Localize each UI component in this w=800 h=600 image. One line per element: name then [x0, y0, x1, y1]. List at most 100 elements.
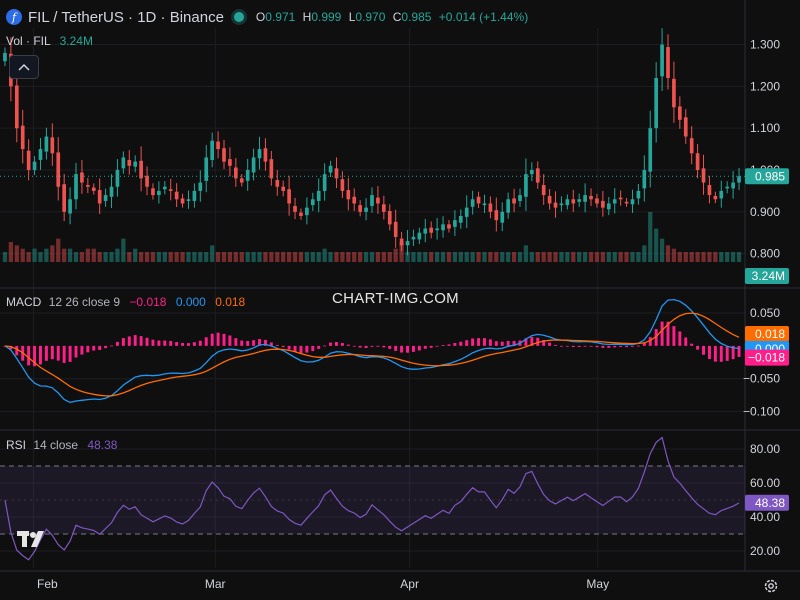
- candle-body: [595, 198, 599, 204]
- volume-bar: [594, 252, 600, 262]
- axis-tick-label: −0.100: [743, 405, 780, 419]
- candle-body: [91, 187, 96, 191]
- macd-histogram-bar: [305, 345, 309, 353]
- candle-body: [648, 128, 653, 172]
- volume-bar: [707, 252, 712, 262]
- macd-histogram-bar: [571, 345, 575, 347]
- volume-bar: [73, 252, 79, 262]
- volume-bar: [363, 252, 369, 262]
- candle-body: [97, 190, 102, 204]
- candle-body: [382, 204, 386, 212]
- volume-bar: [257, 252, 262, 262]
- candle-body: [606, 203, 611, 210]
- macd-legend[interactable]: MACD 12 26 close 9 −0.018 0.000 0.018: [6, 295, 245, 309]
- macd-histogram-bar: [411, 345, 415, 352]
- candle-body: [577, 199, 582, 202]
- macd-histogram-bar: [192, 342, 196, 346]
- macd-histogram-bar: [684, 337, 688, 346]
- macd-histogram-bar: [145, 337, 149, 346]
- macd-histogram-bar: [554, 344, 557, 346]
- macd-histogram-bar: [423, 345, 427, 349]
- macd-histogram-bar: [198, 340, 202, 346]
- volume-bar: [600, 252, 606, 262]
- axis-tick-label: 60.00: [750, 476, 780, 490]
- macd-histogram-bar: [151, 339, 155, 346]
- candle-body: [145, 175, 149, 187]
- macd-histogram-bar: [388, 345, 392, 349]
- candle-body: [26, 150, 31, 170]
- axis-tick-label: 20.00: [750, 544, 780, 558]
- volume-bar: [67, 248, 73, 262]
- macd-histogram-bar: [595, 345, 599, 348]
- candle-body: [707, 185, 712, 196]
- volume-bar: [393, 248, 398, 262]
- macd-histogram-bar: [696, 345, 700, 350]
- candle-body: [257, 149, 262, 159]
- candle-body: [654, 78, 658, 129]
- change-value: +0.014 (+1.44%): [438, 10, 529, 24]
- candle-body: [482, 203, 487, 206]
- candle-body: [245, 170, 250, 181]
- volume-bar: [79, 252, 85, 262]
- candle-body: [364, 207, 368, 212]
- volume-bar: [446, 252, 452, 262]
- axis-tick-label: 1.100: [750, 121, 780, 135]
- macd-histogram-bar: [335, 342, 338, 346]
- candle-body: [174, 191, 179, 200]
- candle-body: [109, 186, 114, 197]
- macd-histogram-bar: [364, 345, 368, 349]
- candle-body: [405, 241, 410, 246]
- candle-body: [583, 195, 587, 202]
- volume-bar: [482, 252, 487, 262]
- macd-histogram-bar: [370, 345, 374, 347]
- volume-bar: [346, 252, 351, 262]
- volume-bar: [577, 252, 582, 262]
- volume-bar: [269, 252, 274, 262]
- low-value: 0.970: [355, 10, 386, 24]
- symbol-header[interactable]: f FIL / TetherUS · 1D · Binance O0.971 H…: [6, 7, 528, 27]
- macd-histogram-bar: [68, 345, 72, 362]
- macd-histogram-bar: [169, 340, 173, 346]
- candle-body: [139, 160, 143, 179]
- open-label: O: [255, 10, 266, 24]
- volume-bar: [713, 252, 718, 262]
- collapse-legend-button[interactable]: [9, 55, 39, 79]
- macd-histogram-bar: [104, 345, 108, 349]
- macd-histogram-bar: [80, 345, 84, 355]
- macd-histogram-bar: [187, 343, 190, 346]
- time-tick-label: May: [586, 577, 609, 591]
- volume-bar: [429, 252, 434, 262]
- time-tick-label: Apr: [400, 577, 419, 591]
- volume-bar: [322, 248, 327, 262]
- macd-histogram-bar: [44, 345, 48, 361]
- volume-bar: [417, 252, 422, 262]
- macd-histogram-bar: [725, 345, 729, 361]
- candle-body: [162, 186, 167, 190]
- volume-bar: [642, 245, 647, 262]
- volume-bar: [547, 252, 552, 262]
- candle-body: [393, 221, 398, 237]
- candle-body: [636, 190, 641, 199]
- gear-icon[interactable]: [763, 578, 779, 594]
- candle-body: [630, 199, 635, 205]
- macd-histogram-bar: [27, 345, 31, 366]
- candle-body: [38, 149, 43, 160]
- tradingview-logo-icon[interactable]: [17, 528, 45, 550]
- rsi-legend-value: 48.38: [87, 438, 118, 452]
- macd-histogram-bar: [465, 340, 469, 346]
- candle-body: [541, 185, 546, 196]
- volume-bar: [127, 252, 132, 262]
- volume-bar: [500, 252, 505, 262]
- candle-body: [458, 216, 463, 223]
- rsi-legend[interactable]: RSI 14 close 48.38: [6, 438, 117, 452]
- candle-body: [642, 170, 647, 189]
- volume-bar: [648, 212, 653, 262]
- candle-body: [305, 207, 309, 216]
- volume-bar: [725, 252, 730, 262]
- macd-histogram-bar: [210, 333, 214, 346]
- candle-body: [476, 196, 481, 204]
- candle-body: [50, 137, 55, 154]
- macd-histogram-bar: [678, 331, 682, 346]
- volume-legend[interactable]: Vol · FIL 3.24M: [6, 34, 93, 48]
- volume-bar: [375, 252, 381, 262]
